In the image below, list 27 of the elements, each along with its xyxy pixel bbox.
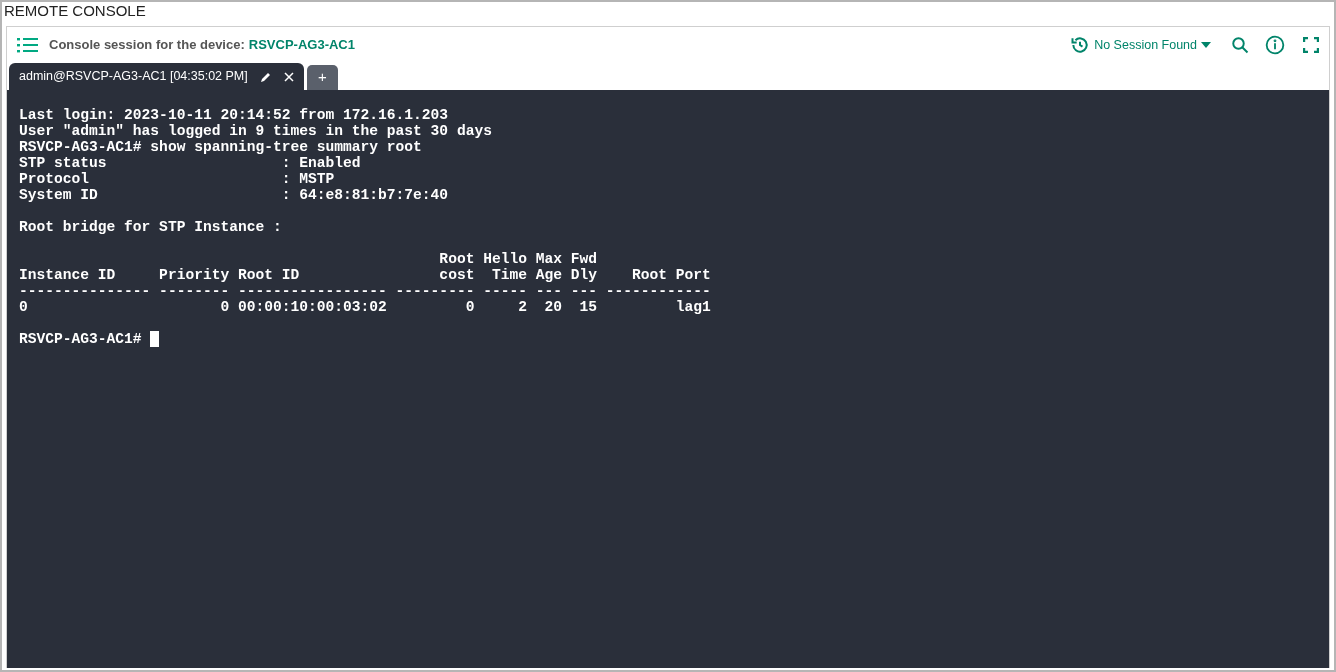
terminal-prompt: RSVCP-AG3-AC1# xyxy=(19,331,143,347)
caret-icon xyxy=(1201,42,1211,48)
terminal-line: Protocol : MSTP xyxy=(19,171,335,187)
terminal-line: Last login: 2023-10-11 20:14:52 from 172.16.1.203 xyxy=(19,107,449,123)
terminal-line: --------------- -------- ----------------- --------- ----- --- --- ------------ xyxy=(19,283,711,299)
pencil-icon[interactable] xyxy=(259,70,272,83)
history-icon xyxy=(1070,35,1091,55)
window-title: REMOTE CONSOLE xyxy=(3,2,147,21)
device-name: RSVCP-AG3-AC1 xyxy=(248,36,355,55)
session-dropdown[interactable]: No Session Found xyxy=(1070,35,1211,55)
terminal-line: Root Hello Max Fwd xyxy=(438,251,597,267)
info-icon[interactable] xyxy=(1265,35,1285,55)
terminal-line: User "admin" has logged in 9 times in the past 30 days xyxy=(19,123,492,139)
terminal-line: System ID : 64:e8:81:b7:7e:40 xyxy=(19,187,449,203)
session-tab[interactable]: admin@RSVCP-AG3-AC1 [04:35:02 PM] xyxy=(9,63,304,90)
fullscreen-icon[interactable] xyxy=(1303,37,1319,53)
terminal-line: Instance ID Priority Root ID cost Time Age Dly Root Port xyxy=(19,267,711,283)
add-tab-button[interactable]: + xyxy=(306,65,338,90)
terminal-line: STP status : Enabled xyxy=(19,155,361,171)
list-icon[interactable] xyxy=(17,36,39,54)
close-icon[interactable] xyxy=(283,71,294,82)
terminal-line: 0 0 00:00:10:00:03:02 0 2 20 15 lag1 xyxy=(19,299,711,315)
terminal-line: Root bridge for STP Instance : xyxy=(19,219,282,235)
header-label: Console session for the device: xyxy=(49,36,245,55)
search-icon[interactable] xyxy=(1231,36,1249,54)
cursor xyxy=(150,331,160,347)
terminal-line: RSVCP-AG3-AC1# show spanning-tree summary root xyxy=(19,139,422,155)
